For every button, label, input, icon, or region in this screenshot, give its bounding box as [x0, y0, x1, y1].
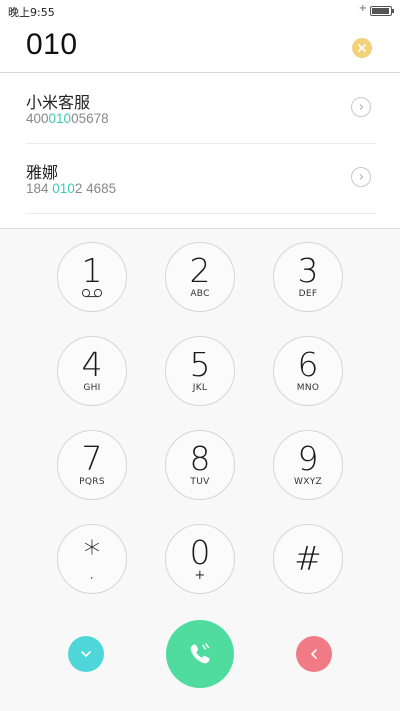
key-letters: ,	[90, 571, 94, 581]
chevron-right-icon	[359, 104, 364, 110]
close-icon	[358, 44, 366, 52]
dialed-number[interactable]: 010	[26, 28, 78, 62]
key-hash[interactable]: #	[273, 524, 343, 594]
key-digit: 4	[81, 345, 103, 384]
key-digit: 9	[297, 439, 319, 478]
contact-name: 雅娜	[26, 163, 59, 182]
key-letters: ABC	[190, 289, 210, 299]
number-suffix: 2 4685	[74, 181, 117, 196]
call-button[interactable]	[166, 620, 234, 688]
contact-detail-button[interactable]	[351, 97, 371, 117]
number-prefix: 400	[26, 111, 49, 126]
number-match: 010	[48, 111, 72, 126]
status-time: 晚上9:55	[8, 6, 55, 19]
number-match: 010	[52, 181, 75, 196]
backspace-icon	[311, 649, 317, 659]
key-1[interactable]: 1	[57, 242, 127, 312]
key-7[interactable]: 7 PQRS	[57, 430, 127, 500]
key-letters: TUV	[190, 477, 210, 487]
contact-detail-button[interactable]	[351, 167, 371, 187]
key-digit: 8	[189, 439, 211, 478]
number-suffix: 05678	[71, 111, 109, 126]
key-digit: 1	[81, 251, 103, 290]
key-letters: PQRS	[79, 477, 105, 487]
key-digit: 0	[189, 533, 211, 572]
voicemail-icon	[58, 288, 126, 298]
chevron-right-icon	[359, 174, 364, 180]
chevron-down-icon	[81, 651, 91, 657]
key-2[interactable]: 2 ABC	[165, 242, 235, 312]
dial-header: 010	[0, 22, 400, 73]
key-9[interactable]: 9 WXYZ	[273, 430, 343, 500]
key-letters: JKL	[192, 383, 208, 393]
charging-icon: +	[358, 3, 367, 14]
key-0[interactable]: 0 +	[165, 524, 235, 594]
key-digit: 6	[297, 345, 319, 384]
key-digit: 7	[81, 439, 103, 478]
clear-button[interactable]	[352, 38, 372, 58]
number-prefix: 184	[26, 181, 53, 196]
key-8[interactable]: 8 TUV	[165, 430, 235, 500]
key-5[interactable]: 5 JKL	[165, 336, 235, 406]
phone-icon	[190, 643, 210, 664]
key-digit: 3	[297, 251, 319, 290]
contact-results: 小米客服 40001005678 雅娜 184 0102 4685	[0, 73, 400, 229]
key-6[interactable]: 6 MNO	[273, 336, 343, 406]
key-digit: #	[294, 539, 322, 578]
key-4[interactable]: 4 GHI	[57, 336, 127, 406]
key-digit: 5	[189, 345, 211, 384]
key-3[interactable]: 3 DEF	[273, 242, 343, 312]
key-star[interactable]: * ,	[57, 524, 127, 594]
contact-number: 184 0102 4685	[26, 181, 116, 196]
key-letters: MNO	[296, 383, 320, 393]
result-row[interactable]: 雅娜 184 0102 4685	[26, 143, 376, 214]
key-letters: +	[194, 568, 206, 583]
key-letters: GHI	[83, 383, 101, 393]
delete-button[interactable]	[296, 636, 332, 672]
key-letters: DEF	[298, 289, 318, 299]
contact-number: 40001005678	[26, 111, 109, 126]
key-letters: WXYZ	[294, 477, 322, 487]
status-bar: 晚上9:55 +	[0, 0, 400, 22]
key-digit: 2	[189, 251, 211, 290]
key-digit: *	[83, 533, 101, 572]
battery-icon	[370, 6, 394, 16]
contact-name: 小米客服	[26, 93, 91, 112]
result-row[interactable]: 小米客服 40001005678	[26, 73, 376, 144]
hide-keypad-button[interactable]	[68, 636, 104, 672]
